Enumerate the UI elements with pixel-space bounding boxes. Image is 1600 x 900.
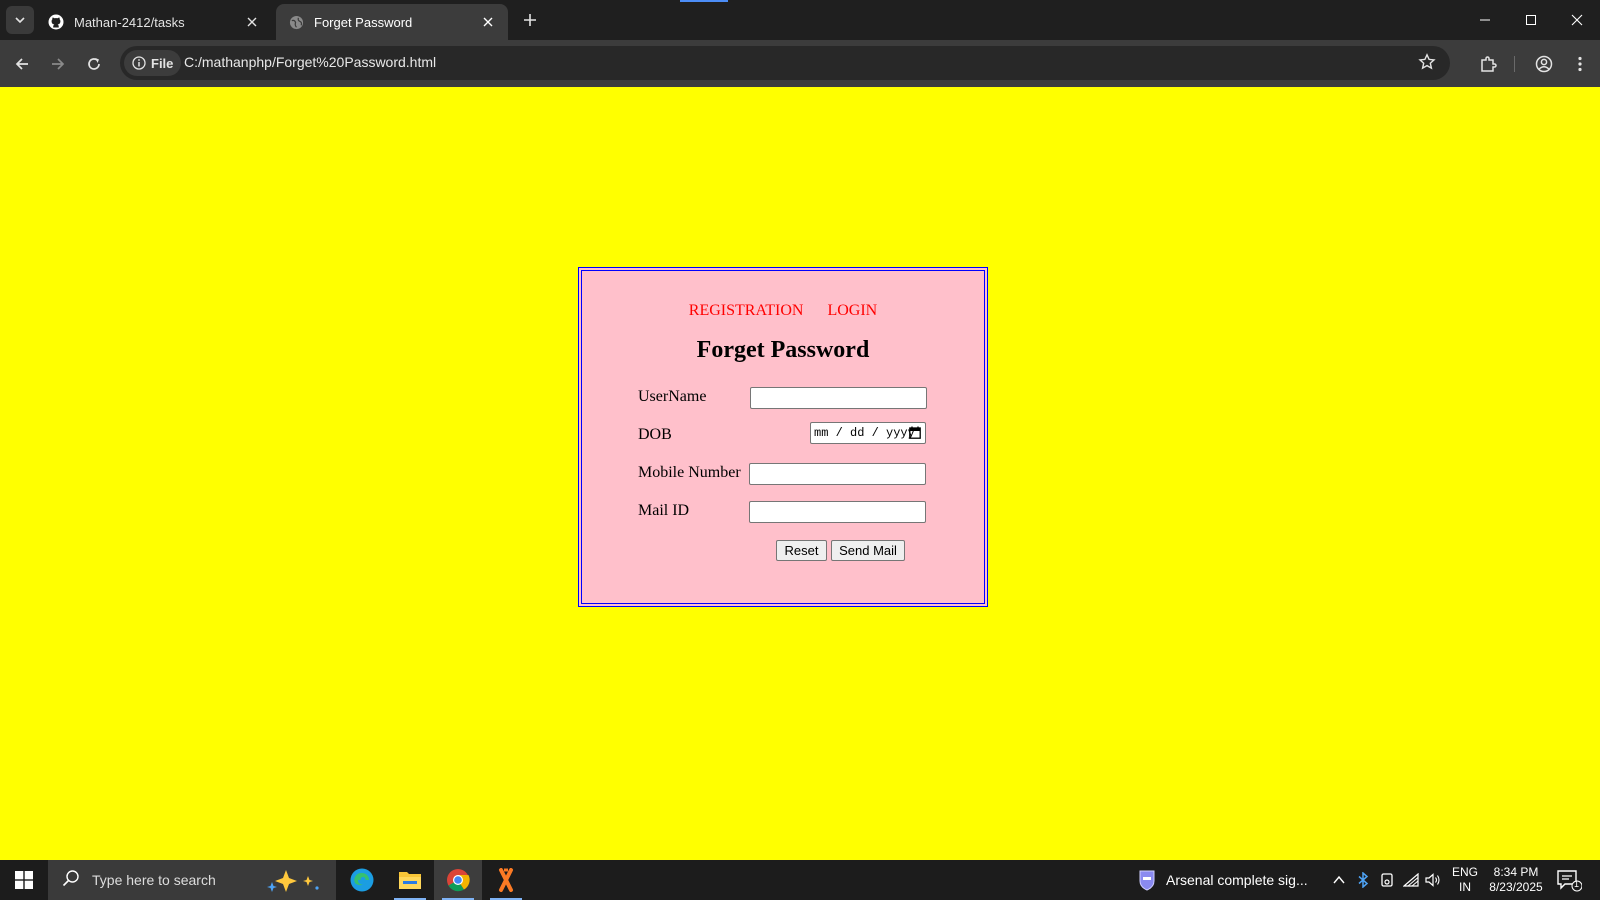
browser-toolbar: File C:/mathanphp/Forget%20Password.html bbox=[0, 40, 1600, 87]
forward-button[interactable] bbox=[44, 50, 72, 78]
notification-center-button[interactable]: 1 bbox=[1556, 868, 1583, 897]
registration-link[interactable]: REGISTRATION bbox=[689, 302, 804, 319]
forget-password-panel: REGISTRATION LOGIN Forget Password UserN… bbox=[578, 267, 988, 607]
chrome-icon bbox=[447, 869, 470, 892]
page-viewport: REGISTRATION LOGIN Forget Password UserN… bbox=[0, 87, 1600, 860]
close-icon[interactable] bbox=[244, 14, 260, 30]
maximize-button[interactable] bbox=[1508, 0, 1554, 40]
input-language[interactable]: ENG IN bbox=[1452, 865, 1478, 895]
close-window-button[interactable] bbox=[1554, 0, 1600, 40]
address-bar[interactable]: File C:/mathanphp/Forget%20Password.html bbox=[120, 46, 1450, 80]
extensions-button[interactable] bbox=[1476, 52, 1500, 76]
maximize-icon bbox=[1526, 15, 1536, 25]
device-icon bbox=[1381, 873, 1393, 887]
new-tab-button[interactable] bbox=[518, 8, 542, 32]
windows-taskbar: Type here to search Arsenal complete sig… bbox=[0, 860, 1600, 900]
news-widget[interactable]: Arsenal complete sig... bbox=[1138, 860, 1308, 900]
send-mail-button[interactable]: Send Mail bbox=[831, 540, 905, 561]
mail-label: Mail ID bbox=[638, 502, 690, 519]
dob-placeholder: mm / dd / yyyy bbox=[814, 426, 915, 440]
toolbar-separator bbox=[1514, 56, 1515, 72]
loading-indicator bbox=[680, 0, 728, 2]
bluetooth-tray[interactable] bbox=[1354, 871, 1372, 889]
account-icon bbox=[1535, 55, 1553, 73]
file-explorer-app[interactable] bbox=[386, 860, 434, 900]
search-placeholder: Type here to search bbox=[92, 872, 216, 888]
minimize-icon bbox=[1480, 19, 1490, 21]
info-icon bbox=[132, 56, 146, 70]
tab-title: Mathan-2412/tasks bbox=[74, 14, 185, 30]
dob-label: DOB bbox=[638, 426, 672, 443]
site-info-chip[interactable]: File bbox=[124, 50, 182, 76]
notification-count: 1 bbox=[1574, 879, 1580, 889]
tab-search-button[interactable] bbox=[6, 6, 34, 34]
minimize-button[interactable] bbox=[1462, 0, 1508, 40]
reload-button[interactable] bbox=[80, 50, 108, 78]
bookmark-star-icon[interactable] bbox=[1418, 53, 1436, 76]
edge-icon bbox=[350, 868, 374, 892]
lang-code: ENG bbox=[1452, 865, 1479, 879]
chrome-app[interactable] bbox=[434, 860, 482, 900]
chip-label: File bbox=[151, 55, 174, 71]
search-icon bbox=[62, 869, 80, 892]
volume-icon bbox=[1425, 873, 1440, 887]
chevron-down-icon bbox=[15, 17, 25, 24]
menu-button[interactable] bbox=[1568, 52, 1592, 76]
username-input[interactable] bbox=[750, 387, 927, 409]
github-icon bbox=[48, 14, 64, 30]
meet-now-tray[interactable] bbox=[1378, 871, 1396, 889]
calendar-icon[interactable] bbox=[909, 426, 921, 443]
page-title: Forget Password bbox=[696, 337, 870, 363]
username-label: UserName bbox=[638, 388, 707, 405]
lang-region: IN bbox=[1459, 880, 1471, 894]
arrow-left-icon bbox=[15, 58, 28, 70]
edge-app[interactable] bbox=[338, 860, 386, 900]
folder-icon bbox=[399, 872, 421, 889]
mail-input[interactable] bbox=[749, 501, 926, 523]
arrow-right-icon bbox=[52, 58, 65, 70]
show-hidden-icons-button[interactable] bbox=[1330, 871, 1348, 889]
tab-github[interactable]: Mathan-2412/tasks bbox=[36, 4, 272, 40]
login-link[interactable]: LOGIN bbox=[827, 302, 877, 319]
start-button[interactable] bbox=[0, 860, 48, 900]
clock-time: 8:34 PM bbox=[1493, 865, 1539, 879]
mobile-input[interactable] bbox=[749, 463, 926, 485]
mobile-label: Mobile Number bbox=[638, 464, 741, 481]
nav-links: REGISTRATION LOGIN bbox=[582, 302, 984, 320]
sparkle-icon bbox=[264, 868, 324, 899]
reset-button[interactable]: Reset bbox=[776, 540, 827, 561]
profile-button[interactable] bbox=[1532, 52, 1556, 76]
tab-forget-password[interactable]: Forget Password bbox=[276, 4, 508, 40]
tab-title: Forget Password bbox=[314, 14, 413, 30]
plus-icon bbox=[524, 14, 536, 26]
arsenal-crest-icon bbox=[1139, 870, 1155, 891]
xampp-app[interactable] bbox=[482, 860, 530, 900]
url-text[interactable]: C:/mathanphp/Forget%20Password.html bbox=[184, 54, 436, 70]
dob-input[interactable]: mm / dd / yyyy bbox=[810, 422, 926, 444]
puzzle-icon bbox=[1481, 56, 1497, 72]
back-button[interactable] bbox=[8, 50, 36, 78]
more-vertical-icon bbox=[1578, 56, 1582, 72]
wifi-icon bbox=[1403, 873, 1419, 887]
xampp-icon bbox=[499, 868, 513, 892]
taskbar-clock[interactable]: 8:34 PM 8/23/2025 bbox=[1484, 865, 1548, 895]
close-icon bbox=[1571, 14, 1583, 26]
clock-date: 8/23/2025 bbox=[1489, 880, 1543, 894]
bluetooth-icon bbox=[1358, 872, 1369, 888]
network-tray[interactable] bbox=[1402, 871, 1420, 889]
windows-logo-icon bbox=[15, 871, 33, 889]
chevron-up-icon bbox=[1333, 875, 1345, 884]
close-icon[interactable] bbox=[480, 14, 496, 30]
taskbar-search[interactable]: Type here to search bbox=[48, 860, 336, 900]
browser-tab-strip: Mathan-2412/tasks Forget Password bbox=[0, 0, 1600, 40]
volume-tray[interactable] bbox=[1424, 871, 1442, 889]
reload-icon bbox=[88, 58, 100, 70]
globe-icon bbox=[288, 14, 304, 30]
news-text: Arsenal complete sig... bbox=[1166, 872, 1308, 888]
